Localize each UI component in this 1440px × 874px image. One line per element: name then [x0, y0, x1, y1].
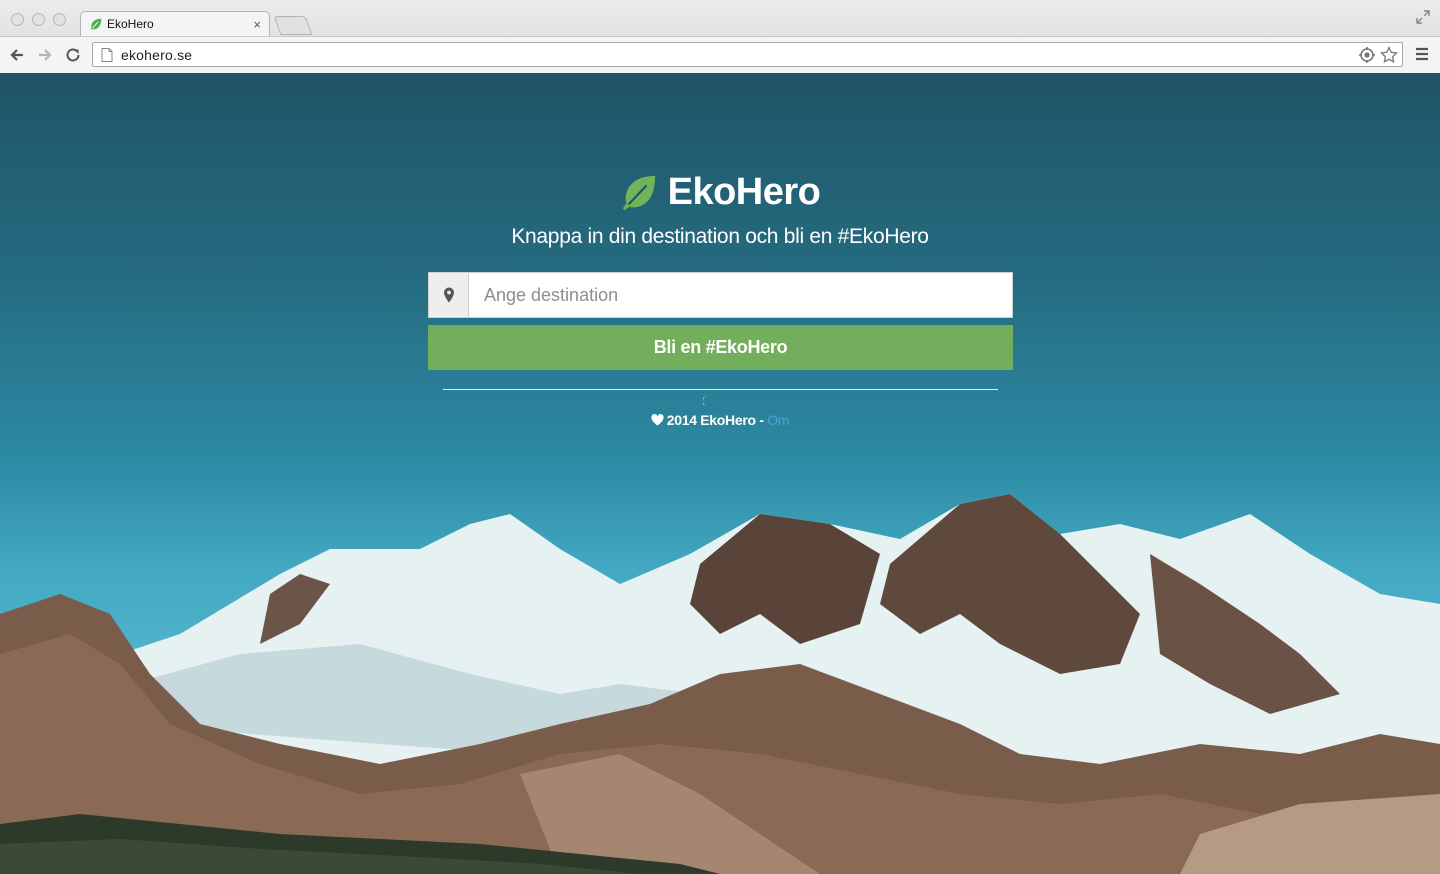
- back-arrow-icon[interactable]: [8, 46, 26, 64]
- new-tab-button[interactable]: [273, 16, 313, 35]
- maximize-window-button[interactable]: [53, 13, 66, 26]
- destination-search-group: [428, 272, 1013, 318]
- tab-title: EkoHero: [107, 17, 154, 31]
- address-bar-actions: [1358, 45, 1398, 64]
- become-ekohero-button[interactable]: Bli en #EkoHero: [428, 325, 1013, 370]
- moon-icon: [703, 396, 707, 406]
- leaf-icon: [90, 18, 102, 30]
- brand-name: EkoHero: [667, 171, 821, 213]
- close-window-button[interactable]: [11, 13, 24, 26]
- url-text[interactable]: ekohero.se: [121, 47, 1358, 63]
- window-controls: [11, 13, 66, 26]
- tagline: Knappa in din destination och bli en #Ek…: [511, 225, 929, 248]
- fullscreen-icon[interactable]: [1416, 10, 1430, 24]
- hero-page: EkoHero Knappa in din destination och bl…: [0, 73, 1440, 874]
- footer: 2014 EkoHero - Om: [0, 412, 1440, 428]
- about-link[interactable]: Om: [767, 412, 789, 428]
- forward-arrow-icon[interactable]: [36, 46, 54, 64]
- browser-menu-icon[interactable]: [1415, 47, 1429, 61]
- footer-copyright: 2014 EkoHero -: [666, 412, 768, 428]
- brand-logo: EkoHero: [0, 171, 1440, 214]
- browser-toolbar: ekohero.se: [0, 36, 1440, 73]
- location-addon: [429, 273, 469, 317]
- map-marker-icon: [443, 287, 454, 303]
- tab-ekohero[interactable]: EkoHero ×: [80, 11, 270, 36]
- location-target-icon[interactable]: [1358, 46, 1376, 64]
- minimize-window-button[interactable]: [32, 13, 45, 26]
- destination-input[interactable]: [469, 273, 1012, 317]
- tab-close-button[interactable]: ×: [253, 17, 261, 32]
- bookmark-star-icon[interactable]: [1380, 45, 1398, 64]
- heart-icon: [651, 414, 664, 426]
- mountain-background: [0, 494, 1440, 874]
- page-icon: [101, 47, 113, 62]
- divider: [443, 389, 998, 390]
- leaf-icon: [622, 175, 655, 210]
- reload-icon[interactable]: [64, 46, 82, 64]
- browser-chrome: EkoHero × ekohero.se: [0, 0, 1440, 73]
- address-bar[interactable]: ekohero.se: [92, 42, 1403, 67]
